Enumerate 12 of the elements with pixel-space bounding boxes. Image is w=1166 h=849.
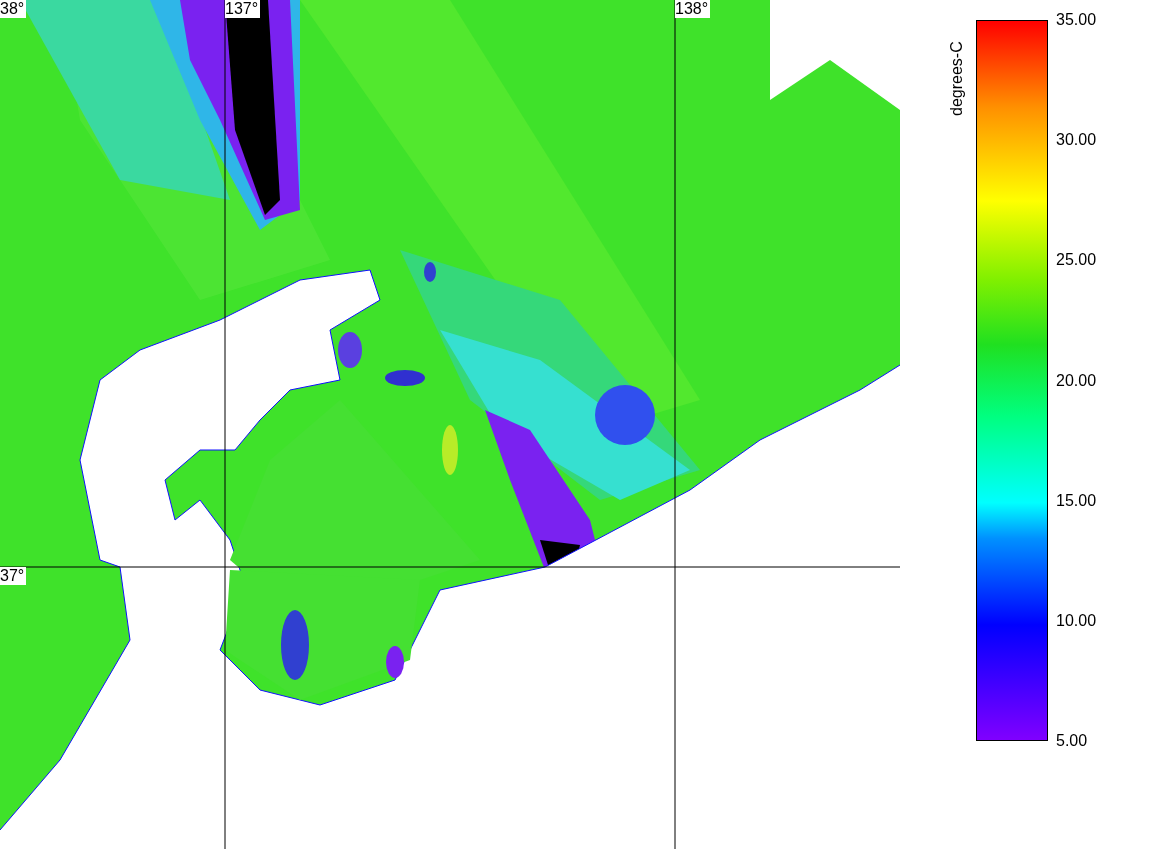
colorbar-tick-label: 15.00: [1056, 491, 1097, 510]
grid-label: 137°: [225, 0, 261, 18]
grid-label: 37°: [0, 567, 27, 585]
grid-label: 138°: [675, 0, 711, 18]
colorbar-tick-label: 25.00: [1056, 251, 1097, 270]
colorbar-tick-label: 20.00: [1056, 371, 1097, 390]
colorbar-tick-label: 35.00: [1056, 11, 1097, 29]
grid-label: 38°: [0, 0, 27, 18]
colorbar-tick-label: 30.00: [1056, 131, 1097, 150]
colorbar-title: degrees-C: [948, 40, 966, 116]
colorbar-tick-label: 10.00: [1056, 611, 1097, 630]
colorbar-tick-label: 5.00: [1056, 732, 1088, 750]
